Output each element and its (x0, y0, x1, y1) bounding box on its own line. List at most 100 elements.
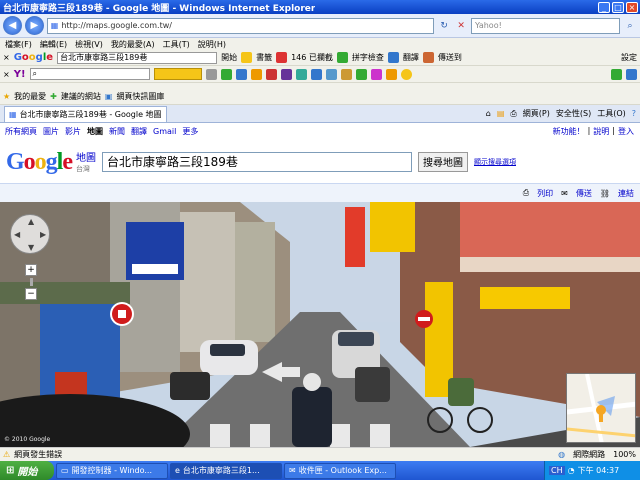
google-logo[interactable]: Google (6, 150, 73, 174)
nav-gmail[interactable]: Gmail (153, 127, 176, 136)
settings-button[interactable]: 設定 (621, 52, 637, 63)
link-link[interactable]: 連結 (618, 188, 634, 199)
menu-favorites[interactable]: 我的最愛(A) (111, 39, 155, 50)
menu-tools[interactable]: 工具(T) (163, 39, 190, 50)
favorites-button[interactable]: 我的最愛 (14, 91, 46, 102)
go-button[interactable]: 開始 (221, 52, 237, 63)
zoom-in-button[interactable]: + (25, 264, 37, 276)
pan-control[interactable]: ▲ ◀ ▶ ▼ (10, 214, 50, 254)
search-maps-button[interactable]: 搜尋地圖 (418, 151, 468, 172)
minimize-button[interactable]: _ (598, 1, 610, 13)
zoom-rail[interactable] (29, 278, 33, 286)
maximize-button[interactable]: □ (612, 1, 624, 13)
nav-web[interactable]: 所有網頁 (5, 126, 37, 137)
search-input[interactable]: Yahoo! (471, 17, 621, 34)
back-button[interactable]: ◀ (3, 16, 22, 35)
new-features-link[interactable]: 新功能！ (553, 126, 585, 137)
window-controls: _ □ × (598, 1, 640, 13)
forward-button[interactable]: ▶ (24, 16, 44, 35)
zoom-level[interactable]: 100% (613, 450, 636, 459)
feeds-icon[interactable]: ▤ (497, 109, 505, 118)
safety-menu[interactable]: 安全性(S) (556, 108, 591, 119)
yahoo-search-input[interactable]: ⌕ (29, 68, 150, 80)
toolbar-icon-9[interactable] (340, 68, 352, 80)
refresh-icon[interactable]: ↻ (437, 19, 451, 33)
system-tray: CH ◔ 下午 04:37 (544, 461, 640, 480)
popup-blocked-count[interactable]: 146 已攔截 (291, 52, 333, 63)
start-button[interactable]: ⊞ 開始 (0, 461, 54, 480)
suggested-sites-link[interactable]: 建議的網站 (61, 91, 101, 102)
toolbar-icon-10[interactable] (355, 68, 367, 80)
yahoo-search-icon: ⌕ (32, 69, 37, 78)
tab-google-maps[interactable]: ▦ 台北市康寧路三段189巷 - Google 地圖 (4, 105, 167, 122)
menu-help[interactable]: 說明(H) (198, 39, 226, 50)
nav-images[interactable]: 圖片 (43, 126, 59, 137)
url-input[interactable]: ▦ http://maps.google.com.tw/ (46, 17, 435, 34)
search-icon[interactable]: ⌕ (623, 19, 637, 33)
toolbar-icon-13[interactable] (611, 68, 622, 80)
smiley-icon[interactable] (400, 68, 412, 80)
google-nav: 所有網頁 圖片 影片 地圖 新聞 翻譯 Gmail 更多 新功能！ | 說明 |… (0, 123, 640, 140)
nav-translate[interactable]: 翻譯 (131, 126, 147, 137)
spellcheck-button[interactable]: 拼字檢查 (352, 52, 384, 63)
nav-more[interactable]: 更多 (182, 126, 198, 137)
yahoo-search-button[interactable] (153, 68, 202, 80)
menu-edit[interactable]: 編輯(E) (40, 39, 67, 50)
close-yahoo-toolbar-icon[interactable]: × (3, 70, 10, 79)
print-link[interactable]: 列印 (537, 188, 553, 199)
home-icon[interactable]: ⌂ (486, 109, 491, 118)
close-toolbar-icon[interactable]: × (3, 53, 10, 62)
toolbar-icon-5[interactable] (265, 68, 277, 80)
toolbar-icon-4[interactable] (250, 68, 262, 80)
close-button[interactable]: × (626, 1, 638, 13)
mail-icon[interactable] (325, 68, 337, 80)
google-toolbar-search[interactable]: 台北市康寧路三段189巷 (57, 51, 218, 64)
sendto-button[interactable]: 傳送到 (438, 52, 462, 63)
pan-up-icon[interactable]: ▲ (28, 217, 34, 226)
nav-videos[interactable]: 影片 (65, 126, 81, 137)
menu-file[interactable]: 檔案(F) (5, 39, 32, 50)
tools-menu[interactable]: 工具(O) (597, 108, 626, 119)
taskbar-item-maps[interactable]: e 台北市康寧路三段1... (170, 462, 282, 479)
print-icon[interactable]: ⎙ (510, 109, 516, 119)
toolbar-icon-2[interactable] (220, 68, 232, 80)
menu-view[interactable]: 檢視(V) (75, 39, 103, 50)
clock[interactable]: 下午 04:37 (578, 465, 620, 476)
toolbar-icon-14[interactable] (626, 68, 637, 80)
toolbar-icon-3[interactable] (235, 68, 247, 80)
page-menu[interactable]: 網頁(P) (523, 108, 550, 119)
mini-map[interactable] (566, 373, 636, 443)
status-text[interactable]: 網頁發生錯誤 (14, 449, 62, 460)
toolbar-icon-1[interactable] (205, 68, 217, 80)
maps-search-input[interactable]: 台北市康寧路三段189巷 (102, 151, 412, 172)
bookmarks-button[interactable]: 書籤 (256, 52, 272, 63)
toolbar-icon-8[interactable] (310, 68, 322, 80)
webslice-gallery-link[interactable]: 網頁快訊圖庫 (116, 91, 164, 102)
taskbar-item-outlook[interactable]: ✉ 收件匣 - Outlook Exp... (284, 462, 396, 479)
search-options-link[interactable]: 顯示搜尋選項 (474, 157, 516, 167)
toolbar-icon-11[interactable] (370, 68, 382, 80)
nav-maps[interactable]: 地圖 (87, 126, 103, 137)
stop-icon[interactable]: ✕ (454, 19, 468, 33)
nav-news[interactable]: 新聞 (109, 126, 125, 137)
zoom-out-button[interactable]: − (25, 288, 37, 300)
status-bar: ⚠ 網頁發生錯誤 ◍ 網際網路 100% (0, 447, 640, 461)
translate-button[interactable]: 翻譯 (403, 52, 419, 63)
pan-right-icon[interactable]: ▶ (40, 230, 46, 239)
login-link[interactable]: 登入 (618, 126, 634, 137)
pan-down-icon[interactable]: ▼ (28, 243, 34, 252)
language-indicator[interactable]: CH (549, 466, 565, 475)
pan-left-icon[interactable]: ◀ (14, 230, 20, 239)
send-link[interactable]: 傳送 (576, 188, 592, 199)
toolbar-icon-7[interactable] (295, 68, 307, 80)
toolbar-icon-6[interactable] (280, 68, 292, 80)
add-favorite-icon[interactable]: ✚ (50, 92, 57, 101)
toolbar-icon-12[interactable] (385, 68, 397, 80)
warning-icon[interactable]: ⚠ (3, 450, 10, 459)
tray-icon[interactable]: ◔ (568, 466, 575, 475)
street-view[interactable]: ▲ ◀ ▶ ▼ + − © 2010 Google (0, 202, 640, 447)
taskbar-item-controller[interactable]: ▭ 開發控制器 - Windo... (56, 462, 168, 479)
help-icon[interactable]: ? (632, 109, 636, 118)
help-link[interactable]: 說明 (593, 126, 609, 137)
window-title: 台北市康寧路三段189巷 - Google 地圖 - Windows Inter… (3, 3, 316, 14)
